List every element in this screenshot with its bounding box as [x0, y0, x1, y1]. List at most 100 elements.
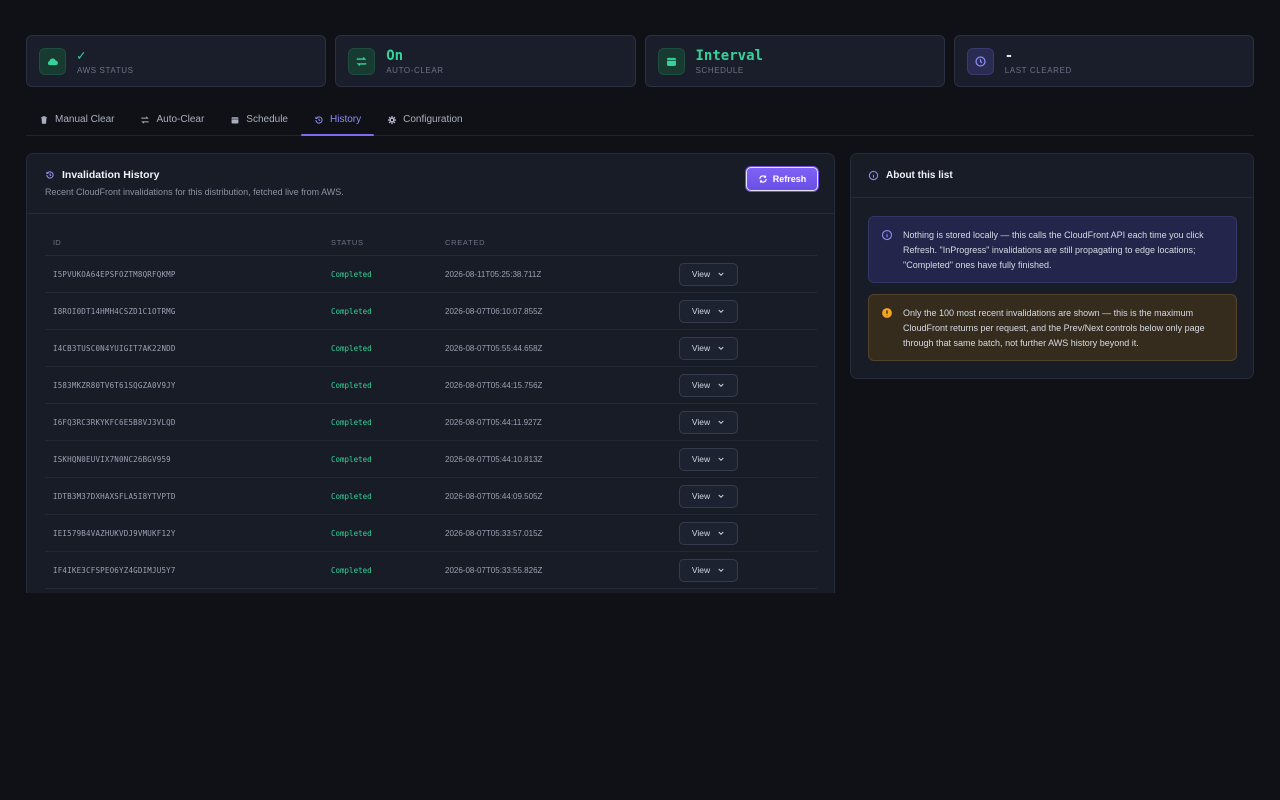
table-header: ID STATUS CREATED — [45, 229, 817, 256]
invalidation-id: IF4IKE3CFSPEO6YZ4GDIMJU5Y7 — [53, 565, 176, 575]
status-value: Completed — [331, 380, 372, 390]
table-row: I6FQ3RC3RKYKFC6E5B8VJ3VLQD Completed 2026-… — [45, 404, 817, 441]
last-cleared-label: LAST CLEARED — [1004, 65, 1072, 75]
card-schedule: Interval SCHEDULE — [644, 35, 945, 87]
chevron-down-icon — [718, 494, 724, 498]
info-note: Nothing is stored locally — this calls t… — [868, 216, 1237, 283]
view-button[interactable]: View — [679, 521, 738, 545]
created-value: 2026-08-07T06:10:07.855Z — [445, 306, 543, 316]
status-value: Completed — [331, 417, 372, 427]
invalidation-id: ISKHQN0EUVIX7N0NC26BGV959 — [53, 454, 171, 464]
schedule-value: Interval — [695, 47, 763, 64]
view-button[interactable]: View — [679, 484, 738, 508]
history-icon — [315, 115, 323, 124]
invalidation-id: I5PVUKOA64EPSFOZTM8QRFQKMP — [53, 269, 176, 279]
view-button[interactable]: View — [679, 373, 738, 397]
info-icon — [881, 229, 893, 241]
view-label: View — [691, 343, 711, 353]
chevron-down-icon — [718, 531, 724, 535]
tab-history[interactable]: History — [301, 104, 375, 136]
view-button[interactable]: View — [679, 558, 738, 582]
view-label: View — [691, 491, 711, 501]
invalidation-history-panel: Invalidation History Recent CloudFront i… — [26, 153, 835, 593]
warning-note: Only the 100 most recent invalidations a… — [868, 294, 1237, 361]
history-icon — [46, 171, 54, 179]
tab-manual-clear[interactable]: Manual Clear — [26, 104, 127, 135]
card-auto-clear: On AUTO-CLEAR — [335, 35, 636, 87]
about-panel: About this list Nothing is stored locall… — [850, 153, 1254, 379]
created-value: 2026-08-11T05:25:38.711Z — [445, 269, 542, 279]
tab-auto-clear[interactable]: Auto-Clear — [127, 104, 217, 135]
invalidation-id: IDTB3M37DXHAXSFLA5I8YTVPTD — [53, 491, 176, 501]
created-value: 2026-08-07T05:33:55.826Z — [445, 565, 543, 575]
status-value: Completed — [331, 269, 372, 279]
repeat-icon — [141, 116, 150, 123]
view-button[interactable]: View — [679, 336, 738, 360]
col-status: STATUS — [331, 237, 364, 247]
col-id: ID — [53, 237, 61, 247]
auto-clear-value: On — [386, 47, 404, 64]
status-value: Completed — [331, 454, 372, 464]
card-aws-status: ✓ AWS STATUS — [26, 35, 327, 87]
status-value: Completed — [331, 343, 372, 353]
calendar-icon — [657, 47, 685, 75]
warning-note-text: Only the 100 most recent invalidations a… — [903, 308, 1205, 348]
chevron-down-icon — [718, 568, 724, 572]
status-value: Completed — [331, 306, 372, 316]
schedule-label: SCHEDULE — [695, 65, 744, 75]
tab-label: History — [330, 114, 362, 125]
chevron-down-icon — [718, 457, 724, 461]
panel-subtitle: Recent CloudFront invalidations for this… — [45, 187, 344, 197]
trash-icon — [40, 115, 48, 124]
calendar-icon — [231, 116, 239, 123]
warning-icon — [882, 308, 892, 318]
refresh-label: Refresh — [772, 174, 807, 184]
view-label: View — [691, 417, 711, 427]
clock-icon — [966, 47, 994, 75]
view-label: View — [691, 269, 711, 279]
status-value: Completed — [331, 565, 372, 575]
tab-label: Manual Clear — [55, 114, 115, 125]
created-value: 2026-08-07T05:44:09.505Z — [445, 491, 543, 501]
invalidation-id: I4CB3TUSC0N4YUIGIT7AK22NDD — [53, 343, 176, 353]
invalidation-id: I6FQ3RC3RKYKFC6E5B8VJ3VLQD — [53, 417, 176, 427]
table-row: IF4IKE3CFSPEO6YZ4GDIMJU5Y7 Completed 2026-… — [45, 552, 817, 589]
created-value: 2026-08-07T05:44:10.813Z — [445, 454, 543, 464]
info-note-text: Nothing is stored locally — this calls t… — [903, 230, 1204, 270]
table-row: I4CB3TUSC0N4YUIGIT7AK22NDD Completed 2026-… — [45, 330, 817, 367]
refresh-button[interactable]: Refresh — [746, 167, 818, 191]
tab-configuration[interactable]: Configuration — [374, 104, 475, 135]
last-cleared-value: - — [1004, 47, 1014, 64]
table-row: ISKHQN0EUVIX7N0NC26BGV959 Completed 2026-0… — [45, 441, 817, 478]
aws-status-label: AWS STATUS — [77, 65, 134, 75]
view-button[interactable]: View — [679, 410, 738, 434]
tab-label: Auto-Clear — [156, 114, 205, 125]
panel-header: Invalidation History Recent CloudFront i… — [27, 154, 834, 214]
chevron-down-icon — [718, 346, 724, 350]
card-last-cleared: - LAST CLEARED — [953, 35, 1254, 87]
tab-bar: Manual Clear Auto-Clear Schedule History… — [26, 104, 1254, 136]
tab-label: Schedule — [246, 114, 288, 125]
table-row: I583MKZR80TV6T61SQGZA0V9JY Completed 2026-… — [45, 367, 817, 404]
invalidation-id: I8ROI0DT14HMH4CSZD1C1OTRMG — [53, 306, 176, 316]
repeat-icon — [348, 47, 376, 75]
table-row: I8ROI0DT14HMH4CSZD1C1OTRMG Completed 2026-… — [45, 293, 817, 330]
chevron-down-icon — [718, 383, 724, 387]
view-button[interactable]: View — [679, 262, 738, 286]
panel-title: Invalidation History — [62, 169, 160, 181]
invalidation-id: IEI579B4VAZHUKVDJ9VMUKF12Y — [53, 528, 176, 538]
created-value: 2026-08-07T05:55:44.658Z — [445, 343, 543, 353]
view-button[interactable]: View — [679, 299, 738, 323]
created-value: 2026-08-07T05:33:57.015Z — [445, 528, 543, 538]
created-value: 2026-08-07T05:44:15.756Z — [445, 380, 543, 390]
about-title: About this list — [886, 170, 953, 181]
view-label: View — [691, 565, 711, 575]
col-created: CREATED — [445, 237, 486, 247]
view-label: View — [691, 380, 711, 390]
gear-icon — [388, 115, 397, 124]
view-button[interactable]: View — [679, 447, 738, 471]
refresh-icon — [759, 175, 767, 183]
tab-schedule[interactable]: Schedule — [217, 104, 301, 135]
history-table: ID STATUS CREATED I5PVUKOA64EPSFOZTM8QRF… — [45, 229, 817, 589]
cloud-icon — [39, 47, 66, 75]
